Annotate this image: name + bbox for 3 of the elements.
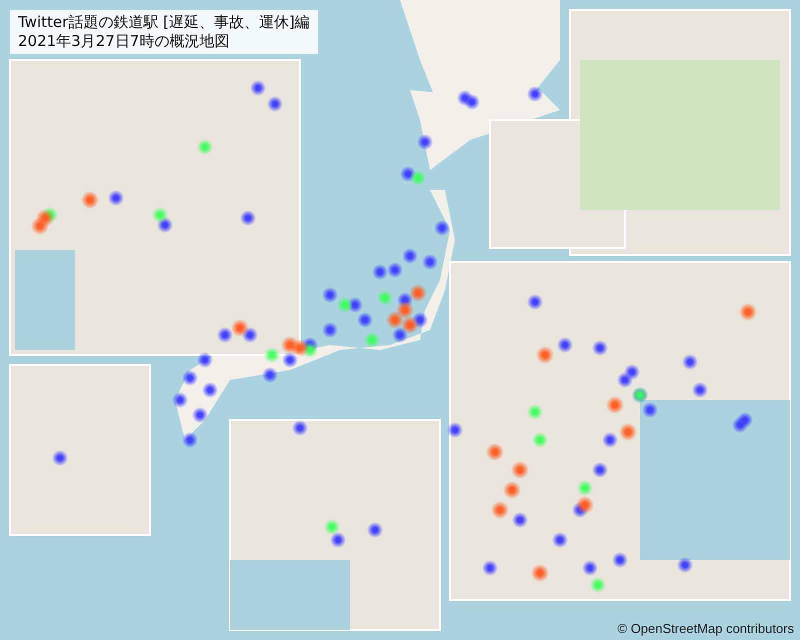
attribution-text: © OpenStreetMap contributors <box>618 621 794 636</box>
map-title: Twitter話題の鉄道駅 [遅延、事故、運休]編 <box>18 13 310 32</box>
map-title: 2021年3月27日7時の概況地図 <box>18 32 230 51</box>
